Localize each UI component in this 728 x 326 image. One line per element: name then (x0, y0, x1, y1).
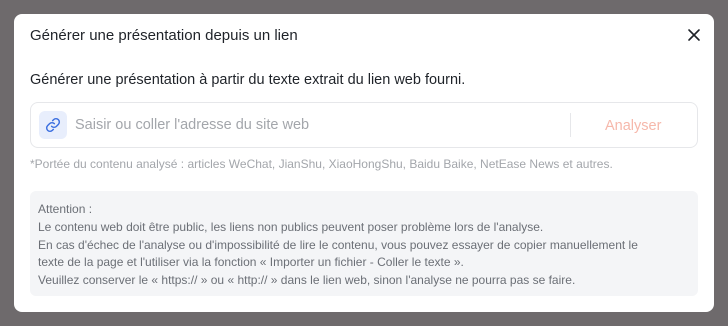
analyse-button[interactable]: Analyser (605, 118, 661, 134)
url-input-box: Analyser (30, 102, 698, 148)
link-icon-badge (39, 111, 67, 139)
attention-line: Le contenu web doit être public, les lie… (38, 219, 544, 234)
attention-line: Veuillez conserver le « https:// » ou « … (38, 273, 576, 288)
link-import-dialog: Générer une présentation depuis un lien … (14, 14, 714, 312)
attention-heading: Attention : (38, 202, 93, 216)
attention-line: En cas d'échec de l'analyse ou d'impossi… (38, 237, 638, 252)
close-icon (688, 29, 700, 41)
link-icon (45, 117, 61, 133)
url-input[interactable] (75, 111, 555, 139)
dialog-title: Générer une présentation depuis un lien (30, 27, 298, 44)
dialog-description: Générer une présentation à partir du tex… (30, 72, 466, 88)
supported-sources-note: *Portée du contenu analysé : articles We… (30, 157, 613, 171)
close-button[interactable] (685, 26, 703, 44)
input-divider (570, 113, 571, 137)
attention-box: Attention : Le contenu web doit être pub… (30, 191, 698, 296)
attention-line: texte de la page et l'utiliser via la fo… (38, 255, 464, 270)
